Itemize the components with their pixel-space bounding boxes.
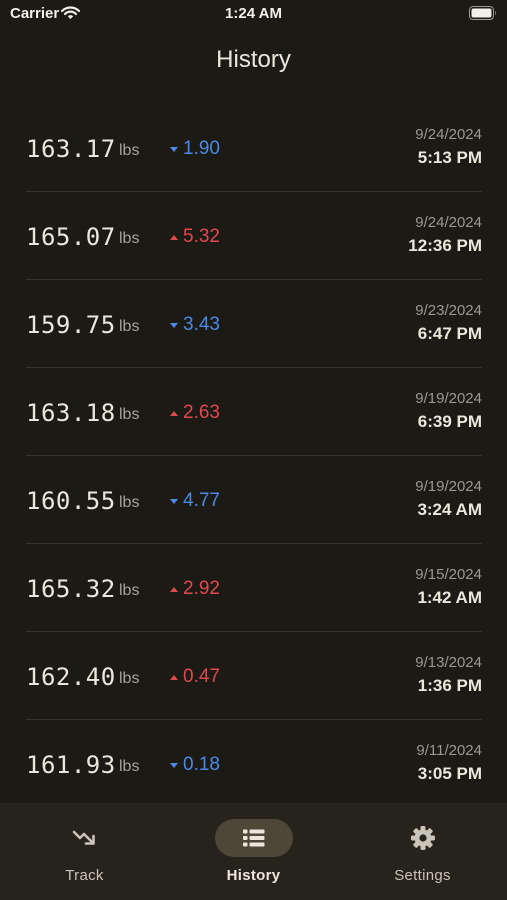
status-bar: Carrier 1:24 AM [0, 0, 507, 30]
weight-change: 0.18 [170, 754, 220, 776]
arrow-down-icon [170, 762, 178, 768]
weight-value: 163.17 [26, 135, 116, 163]
history-screen: Carrier 1:24 AM History 163.17 lbs 1.90 9/2… [0, 0, 507, 900]
tab-history[interactable]: History [169, 803, 338, 900]
arrow-down-icon [170, 498, 178, 504]
weight-change: 1.90 [170, 138, 220, 160]
list-icon [242, 829, 264, 847]
entry-time: 1:36 PM [417, 676, 482, 695]
entry-date: 9/24/2024 [415, 214, 482, 231]
weight-unit: lbs [119, 406, 140, 423]
weight-value: 160.55 [26, 487, 116, 515]
weight-unit: lbs [119, 758, 140, 775]
entry-date: 9/24/2024 [415, 126, 482, 143]
tab-history-icon-wrap [214, 819, 293, 857]
gear-icon [410, 826, 435, 850]
weight-change-value: 4.77 [183, 490, 220, 511]
weight-change: 2.92 [170, 578, 220, 600]
weight-change: 0.47 [170, 666, 220, 688]
arrow-down-icon [170, 146, 178, 152]
weight-value: 161.93 [26, 751, 116, 779]
entry-date: 9/23/2024 [415, 302, 482, 319]
weight-change-value: 2.92 [183, 578, 220, 599]
entry-date: 9/15/2024 [415, 566, 482, 583]
tab-track[interactable]: Track [0, 803, 169, 900]
weight-change-value: 5.32 [183, 226, 220, 247]
tab-settings-label: Settings [394, 867, 451, 884]
page-title: History [216, 46, 291, 73]
tab-track-label: Track [65, 867, 104, 884]
entry-time: 3:24 AM [417, 500, 482, 519]
weight-unit: lbs [119, 582, 140, 599]
arrow-up-icon [170, 410, 178, 416]
arrow-up-icon [170, 234, 178, 240]
weight-change: 4.77 [170, 490, 220, 512]
arrow-up-icon [170, 674, 178, 680]
entry-date: 9/11/2024 [416, 742, 482, 759]
weight-value: 163.18 [26, 399, 116, 427]
weight-value: 165.32 [26, 575, 116, 603]
entry-time: 1:42 AM [417, 588, 482, 607]
entry-date: 9/19/2024 [415, 390, 482, 407]
history-list[interactable]: 163.17 lbs 1.90 9/24/2024 5:13 PM 165.07 lbs 5.… [26, 104, 482, 808]
weight-unit: lbs [119, 494, 140, 511]
entry-time: 5:13 PM [417, 148, 482, 167]
history-row[interactable]: 165.07 lbs 5.32 9/24/2024 12:36 PM [26, 192, 482, 280]
history-row[interactable]: 163.18 lbs 2.63 9/19/2024 6:39 PM [26, 368, 482, 456]
entry-time: 6:47 PM [417, 324, 482, 343]
history-row[interactable]: 163.17 lbs 1.90 9/24/2024 5:13 PM [26, 104, 482, 192]
history-row[interactable]: 159.75 lbs 3.43 9/23/2024 6:47 PM [26, 280, 482, 368]
weight-change: 2.63 [170, 402, 220, 424]
weight-change-value: 2.63 [183, 402, 220, 423]
weight-change-value: 1.90 [183, 138, 220, 159]
weight-change: 5.32 [170, 226, 220, 248]
tab-track-icon-wrap [46, 819, 124, 857]
weight-change-value: 0.18 [183, 754, 220, 775]
weight-value: 165.07 [26, 223, 116, 251]
weight-value: 159.75 [26, 311, 116, 339]
history-row[interactable]: 162.40 lbs 0.47 9/13/2024 1:36 PM [26, 632, 482, 720]
status-time: 1:24 AM [225, 5, 282, 22]
entry-time: 6:39 PM [417, 412, 482, 431]
weight-change: 3.43 [170, 314, 220, 336]
entry-date: 9/13/2024 [415, 654, 482, 671]
weight-unit: lbs [119, 670, 140, 687]
weight-change-value: 0.47 [183, 666, 220, 687]
battery-icon [469, 6, 497, 25]
weight-value: 162.40 [26, 663, 116, 691]
arrow-down-icon [170, 322, 178, 328]
entry-date: 9/19/2024 [415, 478, 482, 495]
history-row[interactable]: 161.93 lbs 0.18 9/11/2024 3:05 PM [26, 720, 482, 808]
entry-time: 3:05 PM [417, 764, 482, 783]
arrow-up-icon [170, 586, 178, 592]
history-row[interactable]: 160.55 lbs 4.77 9/19/2024 3:24 AM [26, 456, 482, 544]
tab-settings[interactable]: Settings [338, 803, 507, 900]
entry-time: 12:36 PM [408, 236, 482, 255]
weight-unit: lbs [119, 318, 140, 335]
tab-bar: Track History Settings [0, 803, 507, 900]
tab-history-label: History [226, 867, 281, 884]
weight-unit: lbs [119, 142, 140, 159]
trend-down-icon [72, 830, 95, 845]
weight-change-value: 3.43 [183, 314, 220, 335]
tab-settings-icon-wrap [384, 819, 462, 857]
history-row[interactable]: 165.32 lbs 2.92 9/15/2024 1:42 AM [26, 544, 482, 632]
weight-unit: lbs [119, 230, 140, 247]
